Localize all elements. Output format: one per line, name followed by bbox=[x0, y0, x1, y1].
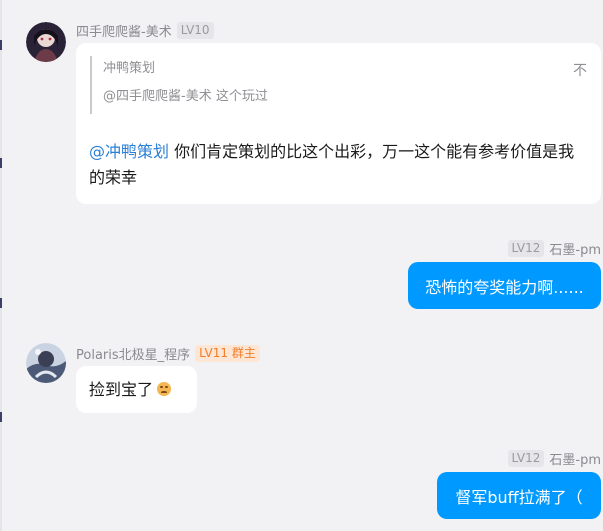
sender-name[interactable]: Polaris北极星_程序 bbox=[76, 344, 190, 363]
sender-row: LV12 石墨-pm bbox=[507, 449, 601, 468]
avatar[interactable] bbox=[26, 343, 66, 383]
mention-link[interactable]: @冲鸭策划 bbox=[89, 142, 169, 161]
level-badge: LV11 群主 bbox=[195, 345, 260, 362]
message-text: 督军buff拉满了（ bbox=[455, 487, 583, 507]
level-badge: LV12 bbox=[507, 240, 545, 257]
avatar[interactable] bbox=[26, 22, 66, 62]
message-bubble[interactable]: 冲鸭策划 @四手爬爬酱-美术 这个玩过 不 @冲鸭策划 你们肯定策划的比这个出彩… bbox=[76, 43, 601, 204]
quote-text: @四手爬爬酱-美术 这个玩过 bbox=[103, 89, 268, 104]
message-bubble-self[interactable]: 督军buff拉满了（ bbox=[437, 472, 601, 519]
sender-row: Polaris北极星_程序 LV11 群主 bbox=[76, 344, 260, 363]
sender-row: LV12 石墨-pm bbox=[507, 239, 601, 258]
level-badge: LV12 bbox=[507, 450, 545, 467]
message-text: 捡到宝了 bbox=[89, 380, 154, 399]
message-bubble[interactable]: 捡到宝了 bbox=[76, 366, 197, 413]
left-edge-strip bbox=[0, 0, 2, 531]
sad-face-emoji-icon bbox=[157, 382, 172, 396]
sender-name[interactable]: 石墨-pm bbox=[549, 449, 601, 468]
message-text: @冲鸭策划 你们肯定策划的比这个出彩，万一这个能有参考价值是我的荣幸 bbox=[89, 139, 589, 191]
message-text: 恐怖的夸奖能力啊...... bbox=[425, 277, 584, 297]
sender-row: 四手爬爬酱-美术 LV10 bbox=[76, 21, 214, 40]
sender-name[interactable]: 四手爬爬酱-美术 bbox=[76, 21, 172, 40]
quote-author: 冲鸭策划 bbox=[103, 61, 156, 76]
quote-close[interactable]: 不 bbox=[573, 58, 587, 84]
owner-label: 群主 bbox=[231, 346, 256, 360]
quote-block[interactable]: 冲鸭策划 @四手爬爬酱-美术 这个玩过 不 bbox=[90, 56, 587, 114]
message-bubble-self[interactable]: 恐怖的夸奖能力啊...... bbox=[408, 262, 601, 309]
level-badge: LV10 bbox=[176, 22, 214, 39]
sender-name[interactable]: 石墨-pm bbox=[549, 239, 601, 258]
